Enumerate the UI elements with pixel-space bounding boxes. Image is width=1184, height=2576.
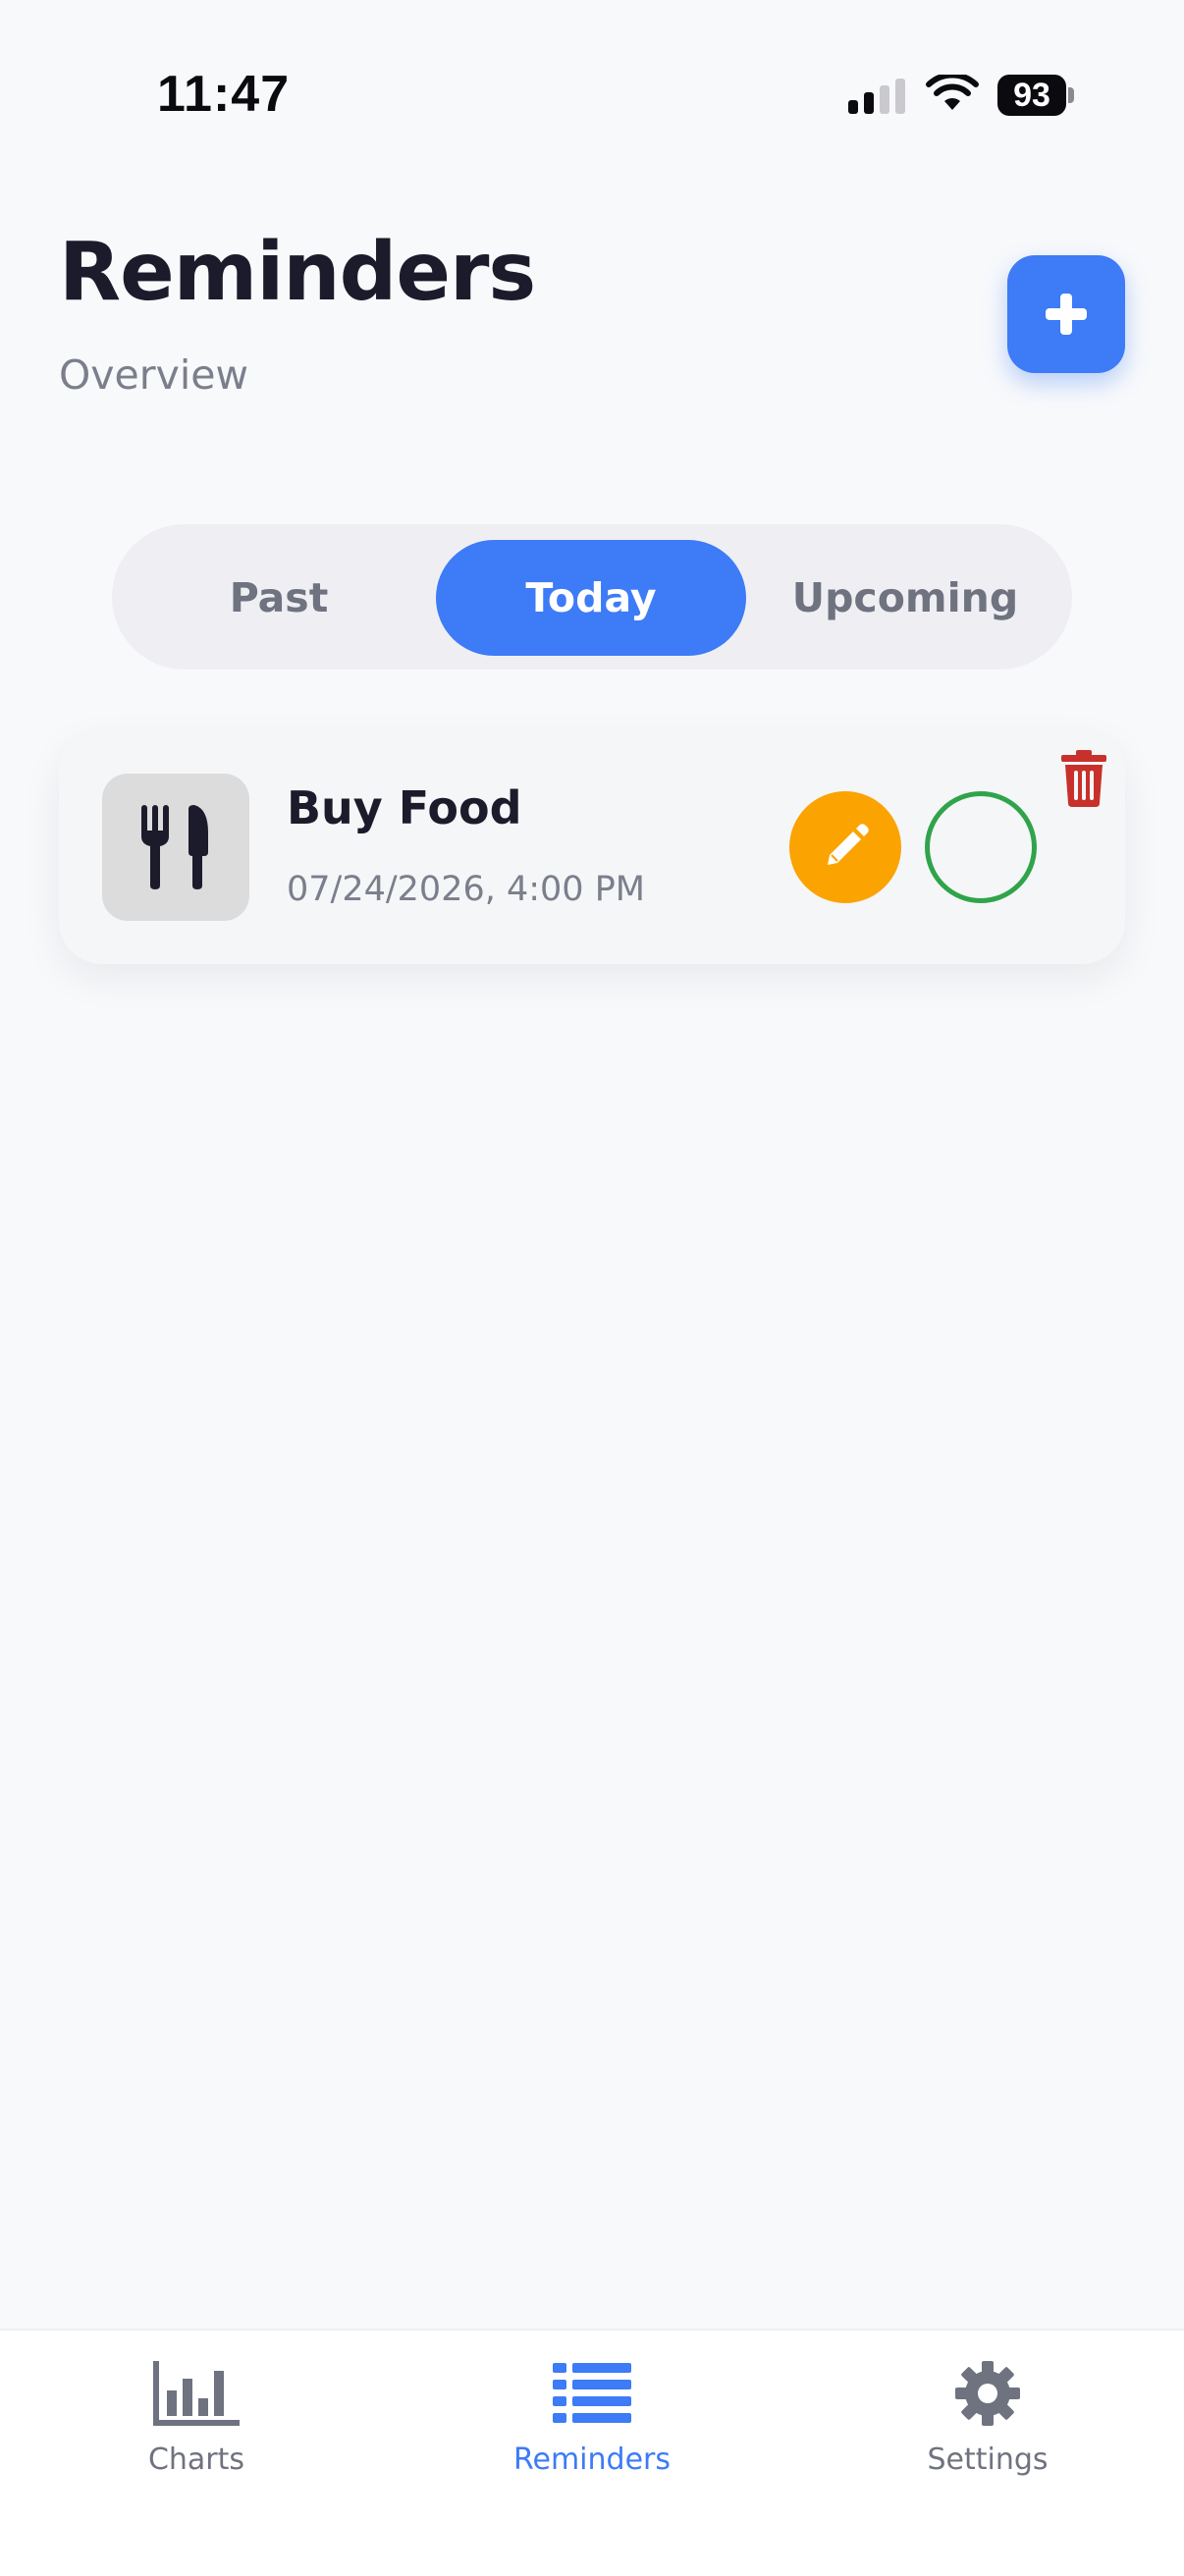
tab-past[interactable]: Past xyxy=(132,540,426,656)
nav-label-charts: Charts xyxy=(147,2442,245,2477)
nav-icon-wrap xyxy=(149,2356,243,2431)
reminder-tabs: Past Today Upcoming xyxy=(112,524,1072,670)
reminder-category-icon-box xyxy=(102,774,249,921)
pencil-icon xyxy=(828,824,869,865)
add-reminder-button[interactable] xyxy=(1007,255,1125,373)
nav-icon-wrap xyxy=(545,2356,639,2431)
cellular-signal-icon xyxy=(848,79,905,114)
battery-icon: 93 xyxy=(997,75,1074,116)
nav-icon-wrap xyxy=(941,2356,1035,2431)
status-time: 11:47 xyxy=(157,66,291,123)
page-subtitle: Overview xyxy=(59,351,249,399)
reminder-card[interactable]: Buy Food 07/24/2026, 4:00 PM xyxy=(59,730,1125,964)
wifi-icon xyxy=(926,75,979,110)
plus-icon xyxy=(1046,294,1087,335)
edit-reminder-button[interactable] xyxy=(789,791,901,903)
nav-label-settings: Settings xyxy=(927,2442,1049,2477)
nav-item-settings[interactable]: Settings xyxy=(791,2331,1184,2488)
page-title: Reminders xyxy=(59,226,536,319)
utensils-icon xyxy=(141,805,208,889)
complete-reminder-toggle[interactable] xyxy=(925,791,1037,903)
nav-item-charts[interactable]: Charts xyxy=(0,2331,393,2488)
nav-label-reminders: Reminders xyxy=(513,2442,671,2477)
status-bar: 11:47 93 xyxy=(0,0,1184,187)
bottom-nav: Charts Reminders Settings xyxy=(0,2329,1184,2576)
battery-tip xyxy=(1068,87,1074,103)
reminder-title: Buy Food xyxy=(287,781,522,834)
bar-chart-icon xyxy=(153,2361,240,2426)
gear-icon xyxy=(955,2361,1020,2426)
list-icon xyxy=(553,2363,631,2423)
delete-reminder-button[interactable] xyxy=(1056,748,1111,809)
reminder-datetime: 07/24/2026, 4:00 PM xyxy=(287,870,646,909)
tab-upcoming[interactable]: Upcoming xyxy=(750,540,1060,656)
battery-level: 93 xyxy=(997,75,1066,116)
tab-today[interactable]: Today xyxy=(436,540,746,656)
nav-item-reminders[interactable]: Reminders xyxy=(396,2331,788,2488)
trash-icon xyxy=(1061,750,1106,807)
